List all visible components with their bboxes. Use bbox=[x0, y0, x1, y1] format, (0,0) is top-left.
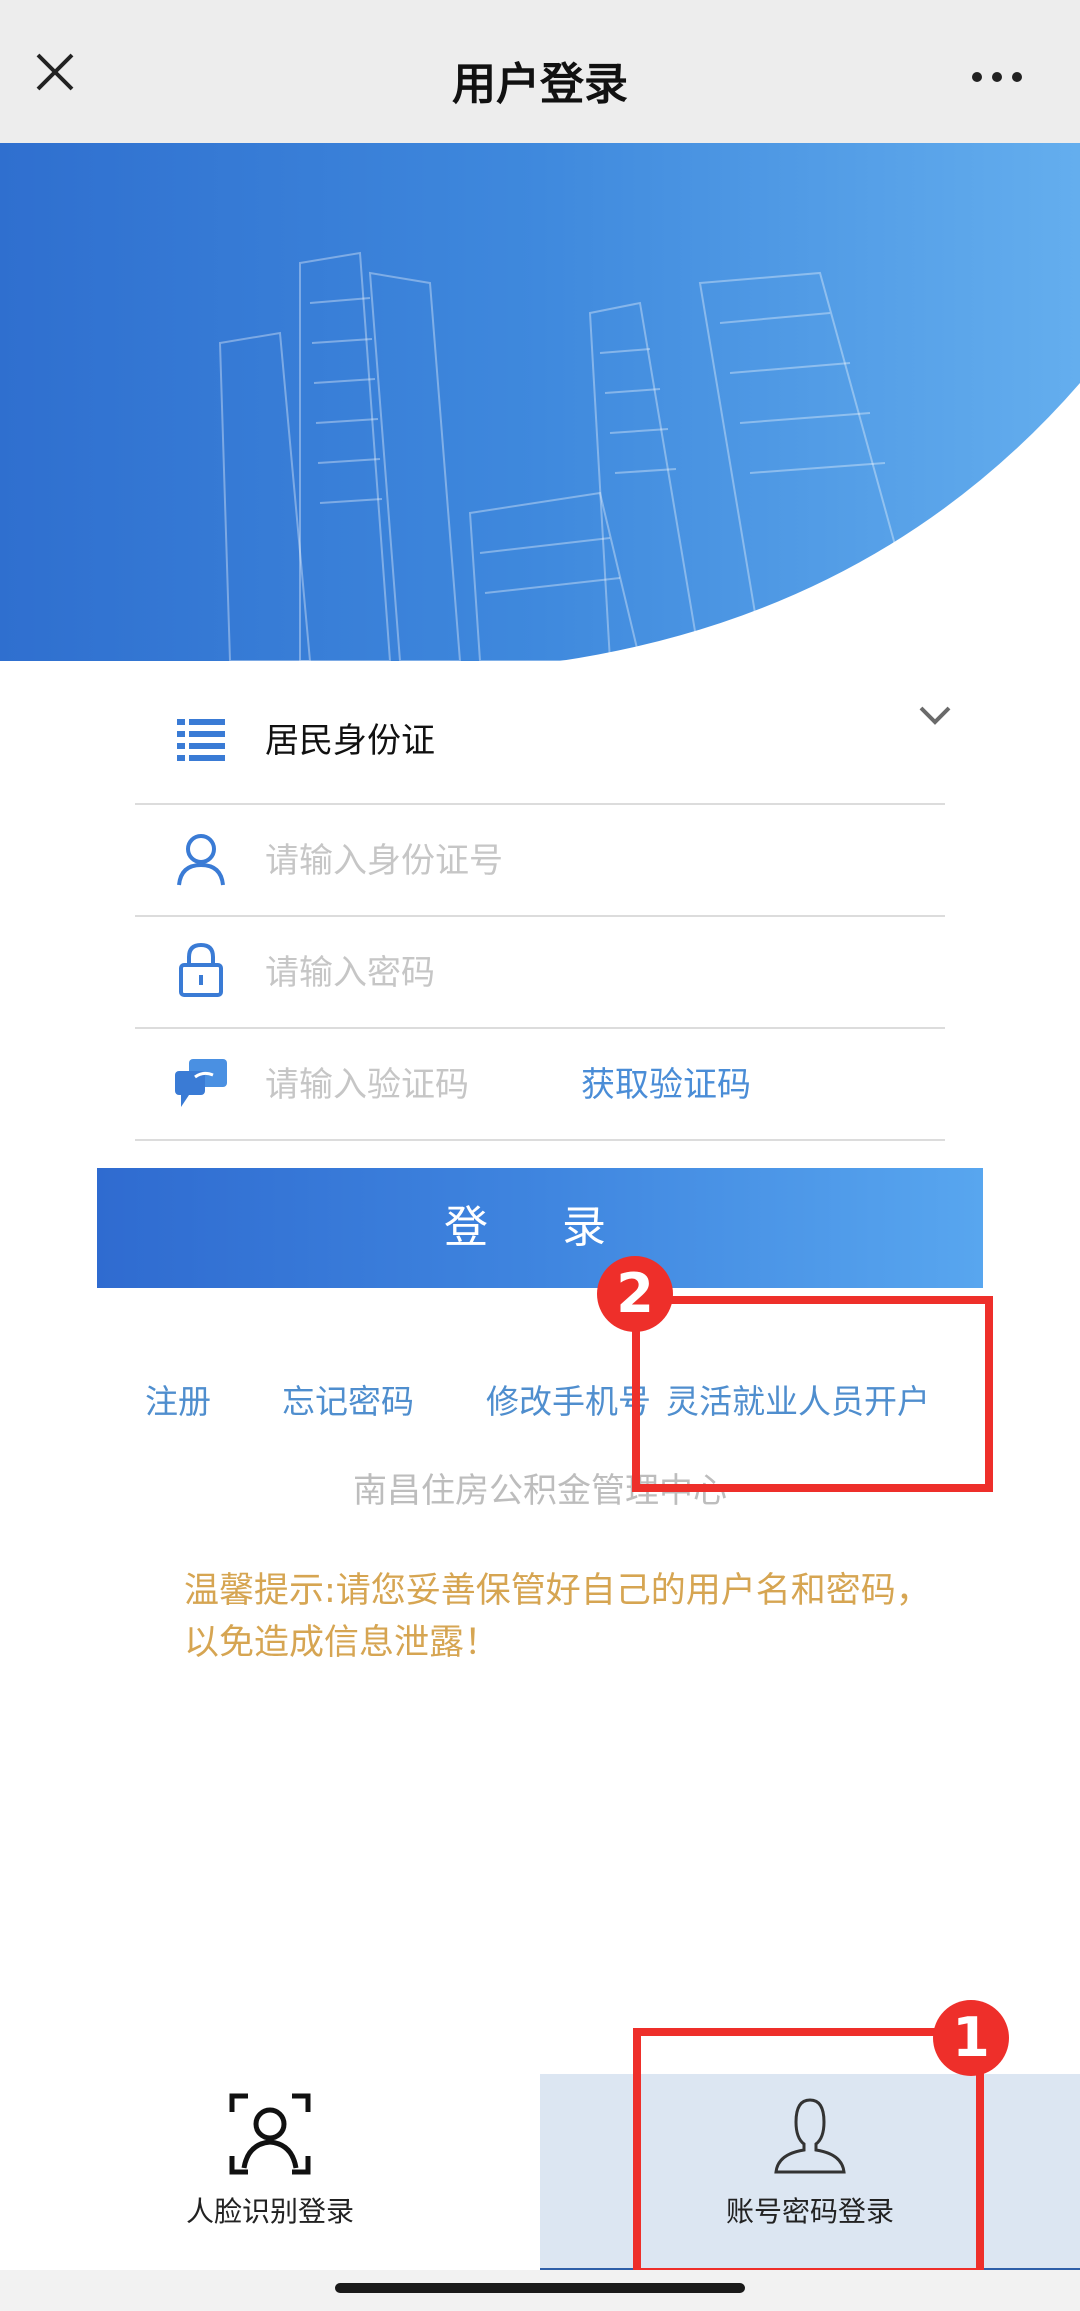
tab-face-label: 人脸识别登录 bbox=[185, 2195, 354, 2228]
password-placeholder: 请输入密码 bbox=[265, 953, 435, 993]
message-icon bbox=[175, 1059, 227, 1107]
annotation-box-1 bbox=[633, 2028, 984, 2276]
annotation-badge-1: 1 bbox=[933, 2000, 1009, 2076]
login-button[interactable]: 登 录 bbox=[97, 1168, 983, 1288]
top-bar: 用户登录 bbox=[0, 0, 1080, 143]
annotation-box-2 bbox=[632, 1296, 993, 1492]
verification-code-placeholder: 请输入验证码 bbox=[265, 1065, 469, 1105]
change-phone-link[interactable]: 修改手机号 bbox=[486, 1375, 651, 1423]
register-link[interactable]: 注册 bbox=[145, 1375, 211, 1423]
id-type-select[interactable]: 居民身份证 bbox=[135, 661, 951, 805]
tab-face-login[interactable]: 人脸识别登录 bbox=[0, 2074, 540, 2268]
verification-code-field[interactable]: 请输入验证码 获取验证码 bbox=[135, 1029, 945, 1141]
banner-image bbox=[0, 143, 1080, 661]
page-title: 用户登录 bbox=[452, 59, 628, 110]
id-number-field[interactable]: 请输入身份证号 bbox=[135, 805, 945, 917]
forgot-password-link[interactable]: 忘记密码 bbox=[282, 1375, 414, 1423]
list-icon bbox=[177, 719, 225, 761]
face-scan-icon bbox=[229, 2093, 311, 2175]
building-illustration bbox=[0, 143, 1080, 661]
user-icon bbox=[177, 834, 225, 886]
chevron-down-icon bbox=[919, 706, 951, 725]
tip-text: 温馨提示:请您妥善保管好自己的用户名和密码，以免造成信息泄露！ bbox=[184, 1571, 931, 1663]
annotation-badge-2: 2 bbox=[597, 1256, 673, 1332]
get-code-button[interactable]: 获取验证码 bbox=[581, 1057, 751, 1106]
more-icon[interactable] bbox=[972, 72, 1022, 82]
home-indicator bbox=[335, 2283, 745, 2293]
id-number-placeholder: 请输入身份证号 bbox=[265, 841, 503, 881]
lock-icon bbox=[179, 942, 223, 997]
password-field[interactable]: 请输入密码 bbox=[135, 917, 945, 1029]
id-type-value: 居民身份证 bbox=[265, 721, 435, 761]
